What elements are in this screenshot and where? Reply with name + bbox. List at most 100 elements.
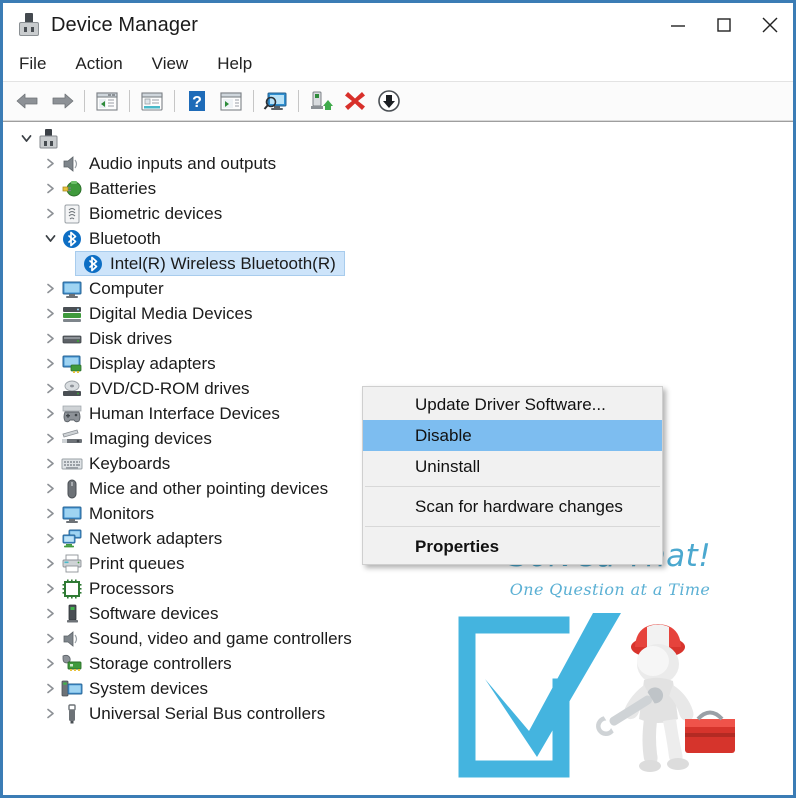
disk-drive-icon <box>61 328 83 350</box>
chevron-right-icon[interactable] <box>39 532 61 545</box>
mouse-icon <box>61 478 83 500</box>
chevron-right-icon[interactable] <box>39 507 61 520</box>
tree-item-label: Keyboards <box>89 453 171 473</box>
tree-item-storage-controllers[interactable]: Storage controllers <box>3 651 793 676</box>
tree-item-label: Monitors <box>89 503 155 523</box>
tree-item-label: Sound, video and game controllers <box>89 628 352 648</box>
bluetooth-icon <box>61 228 83 250</box>
tree-item-universal-serial-bus-controllers[interactable]: Universal Serial Bus controllers <box>3 701 793 726</box>
computer-root-icon <box>37 128 59 150</box>
tree-item-sound-video-and-game-controllers[interactable]: Sound, video and game controllers <box>3 626 793 651</box>
fingerprint-icon <box>61 203 83 225</box>
tree-item-label: Processors <box>89 578 175 598</box>
device-plug-icon <box>17 13 41 37</box>
context-menu: Update Driver Software... Disable Uninst… <box>362 386 663 565</box>
context-menu-item-disable[interactable]: Disable <box>363 420 662 451</box>
tree-item-digital-media-devices[interactable]: Digital Media Devices <box>3 301 793 326</box>
tree-item-computer[interactable]: Computer <box>3 276 793 301</box>
back-arrow-icon[interactable] <box>11 85 45 117</box>
action-pane-icon[interactable] <box>214 85 248 117</box>
tree-item-batteries[interactable]: Batteries <box>3 176 793 201</box>
red-x-icon[interactable] <box>338 85 372 117</box>
menu-item-action[interactable]: Action <box>73 51 135 78</box>
tree-item-disk-drives[interactable]: Disk drives <box>3 326 793 351</box>
system-device-icon <box>61 678 83 700</box>
tree-item-system-devices[interactable]: System devices <box>3 676 793 701</box>
scanner-icon <box>61 428 83 450</box>
menu-item-file[interactable]: File <box>17 51 59 78</box>
optical-drive-icon <box>61 378 83 400</box>
forward-arrow-icon[interactable] <box>45 85 79 117</box>
question-mark-icon[interactable]: ? <box>180 85 214 117</box>
gamepad-icon <box>61 403 83 425</box>
chevron-right-icon[interactable] <box>39 457 61 470</box>
chevron-right-icon[interactable] <box>39 282 61 295</box>
bluetooth-icon <box>82 253 104 275</box>
device-manager-window: Device Manager File Action View Help ? A… <box>0 0 796 798</box>
chevron-right-icon[interactable] <box>39 432 61 445</box>
chevron-right-icon[interactable] <box>39 707 61 720</box>
chevron-right-icon[interactable] <box>39 682 61 695</box>
tree-item-intel-wireless-bluetooth[interactable]: Intel(R) Wireless Bluetooth(R) <box>75 251 345 276</box>
monitor-scan-icon[interactable] <box>259 85 293 117</box>
toolbar-separator <box>253 90 254 112</box>
tree-item-label: Biometric devices <box>89 203 223 223</box>
context-menu-item-scan-for-hardware-changes[interactable]: Scan for hardware changes <box>363 491 662 522</box>
chevron-right-icon[interactable] <box>39 582 61 595</box>
console-tree-icon[interactable] <box>90 85 124 117</box>
menu-item-help[interactable]: Help <box>215 51 265 78</box>
network-adapter-icon <box>61 528 83 550</box>
tree-item-software-devices[interactable]: Software devices <box>3 601 793 626</box>
tree-item-display-adapters[interactable]: Display adapters <box>3 351 793 376</box>
close-icon[interactable] <box>747 3 793 47</box>
context-menu-item-update-driver-software[interactable]: Update Driver Software... <box>363 389 662 420</box>
storage-controller-icon <box>61 653 83 675</box>
chevron-right-icon[interactable] <box>39 632 61 645</box>
menu-item-view[interactable]: View <box>150 51 202 78</box>
speaker-icon <box>61 153 83 175</box>
chevron-down-icon[interactable] <box>15 132 37 145</box>
tree-item-processors[interactable]: Processors <box>3 576 793 601</box>
chevron-right-icon[interactable] <box>39 482 61 495</box>
tree-item-bluetooth[interactable]: Bluetooth <box>3 226 793 251</box>
chevron-down-icon[interactable] <box>39 232 61 245</box>
chevron-right-icon[interactable] <box>39 557 61 570</box>
menu-bar: File Action View Help <box>3 47 793 81</box>
tree-item-label: Intel(R) Wireless Bluetooth(R) <box>110 253 336 273</box>
chevron-right-icon[interactable] <box>39 407 61 420</box>
maximize-icon[interactable] <box>701 3 747 47</box>
chevron-right-icon[interactable] <box>39 357 61 370</box>
chevron-right-icon[interactable] <box>39 207 61 220</box>
tree-item-label: Software devices <box>89 603 219 623</box>
down-arrow-circle-icon[interactable] <box>372 85 406 117</box>
tree-item-label: System devices <box>89 678 209 698</box>
update-driver-icon[interactable] <box>304 85 338 117</box>
tree-item-audio-inputs-and-outputs[interactable]: Audio inputs and outputs <box>3 151 793 176</box>
keyboard-icon <box>61 453 83 475</box>
tree-root-node[interactable] <box>3 126 793 151</box>
printer-icon <box>61 553 83 575</box>
tree-item-label: Print queues <box>89 553 185 573</box>
title-bar: Device Manager <box>3 3 793 47</box>
chevron-right-icon[interactable] <box>39 307 61 320</box>
media-device-icon <box>61 303 83 325</box>
tree-item-label: Network adapters <box>89 528 223 548</box>
tree-item-label: Digital Media Devices <box>89 303 253 323</box>
device-tree-panel: Audio inputs and outputs Batteries Biome… <box>3 121 793 795</box>
tree-item-biometric-devices[interactable]: Biometric devices <box>3 201 793 226</box>
context-menu-item-properties[interactable]: Properties <box>363 531 662 562</box>
tree-item-label: Disk drives <box>89 328 173 348</box>
chevron-right-icon[interactable] <box>39 657 61 670</box>
chevron-right-icon[interactable] <box>39 182 61 195</box>
chevron-right-icon[interactable] <box>39 157 61 170</box>
monitor-icon <box>61 503 83 525</box>
minimize-icon[interactable] <box>655 3 701 47</box>
chevron-right-icon[interactable] <box>39 332 61 345</box>
tree-item-label: Human Interface Devices <box>89 403 280 423</box>
chevron-right-icon[interactable] <box>39 607 61 620</box>
toolbar-separator <box>174 90 175 112</box>
context-menu-item-uninstall[interactable]: Uninstall <box>363 451 662 482</box>
chevron-right-icon[interactable] <box>39 382 61 395</box>
properties-window-icon[interactable] <box>135 85 169 117</box>
monitor-icon <box>61 278 83 300</box>
